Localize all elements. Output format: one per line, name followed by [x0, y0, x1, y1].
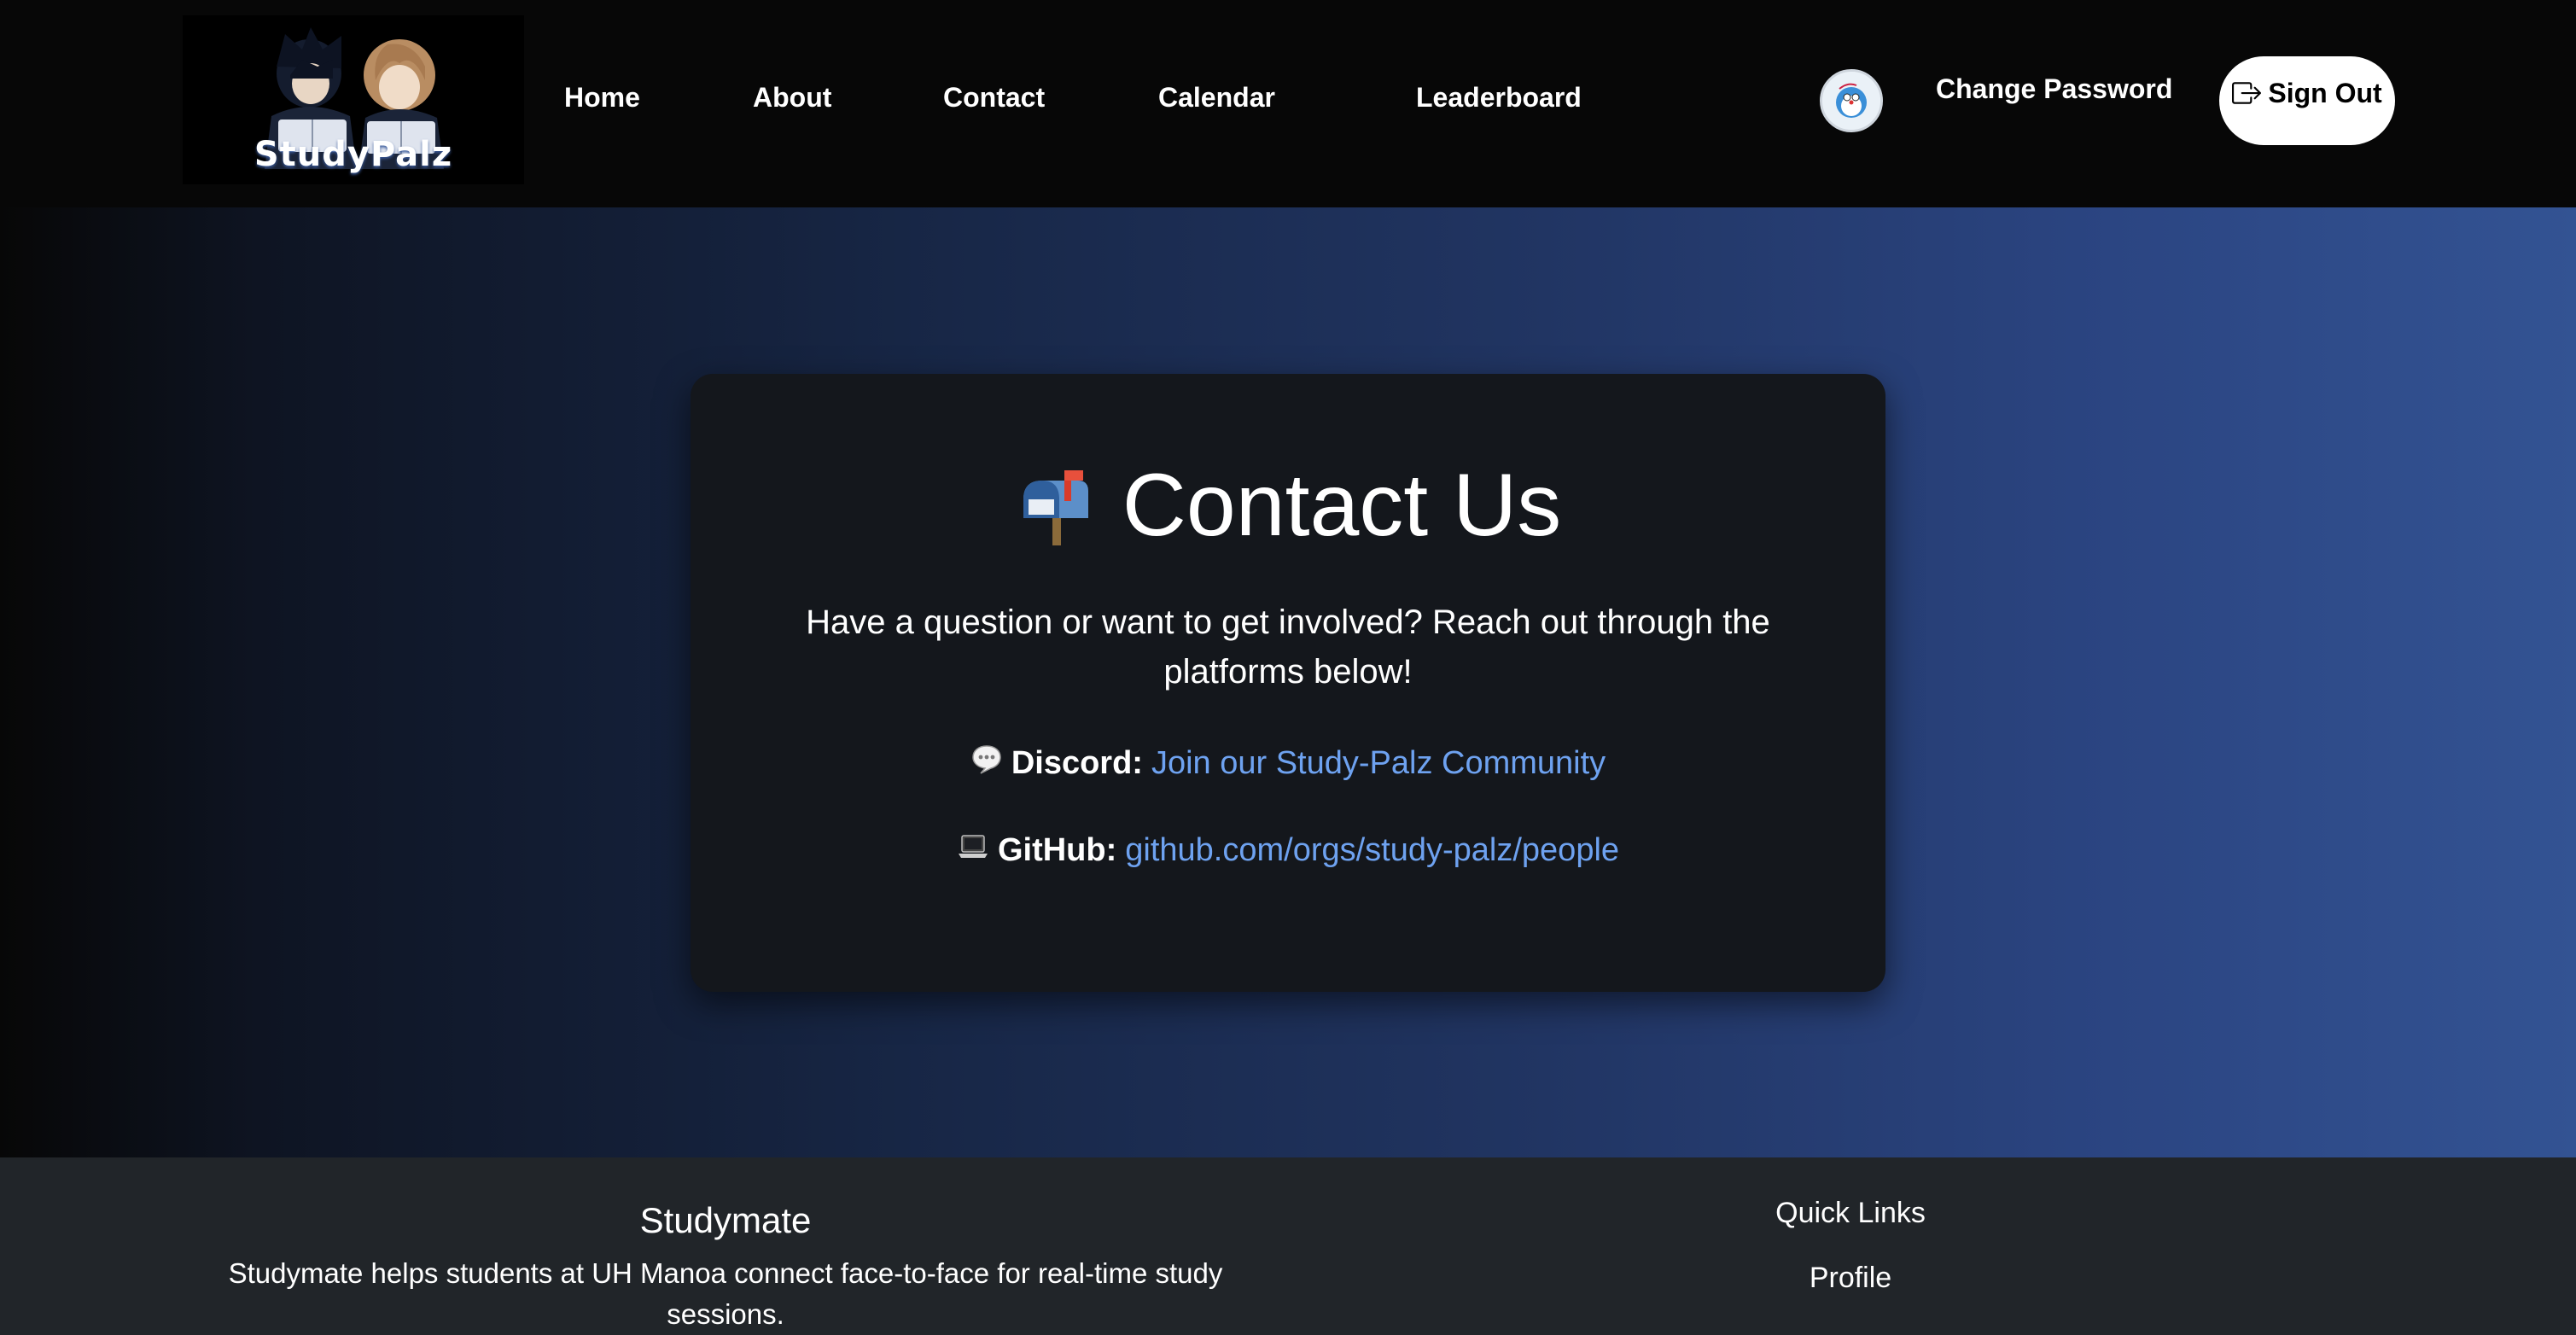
github-link[interactable]: github.com/orgs/study-palz/people: [1125, 832, 1619, 869]
navbar: StudyPalz Home About Contact Calendar Le…: [0, 0, 2576, 207]
studypalz-logo[interactable]: StudyPalz: [183, 15, 524, 184]
github-row: GitHub: github.com/orgs/study-palz/peopl…: [691, 830, 1885, 871]
footer: Studymate Studymate helps students at UH…: [0, 1157, 2576, 1335]
footer-description: Studymate helps students at UH Manoa con…: [228, 1257, 1223, 1330]
nav-home[interactable]: Home: [564, 82, 640, 114]
laptop-icon: [957, 830, 989, 871]
contact-description: Have a question or want to get involved?…: [806, 603, 1770, 691]
discord-link[interactable]: Join our Study-Palz Community: [1151, 745, 1606, 782]
discord-row: Discord: Join our Study-Palz Community: [691, 743, 1885, 784]
quick-link-profile[interactable]: Profile: [1680, 1262, 2021, 1295]
contact-card: Contact Us Have a question or want to ge…: [691, 374, 1885, 992]
page-title-text: Contact Us: [1122, 456, 1562, 555]
footer-brand: Studymate: [639, 1200, 812, 1240]
sign-out-label: Sign Out: [2268, 77, 2382, 108]
nav-calendar[interactable]: Calendar: [1158, 82, 1275, 114]
mailbox-icon: [1015, 465, 1097, 547]
discord-label: Discord:: [1011, 744, 1143, 781]
avatar[interactable]: [1820, 69, 1883, 132]
nav-leaderboard[interactable]: Leaderboard: [1416, 82, 1582, 114]
nav-about[interactable]: About: [753, 82, 831, 114]
change-password-link[interactable]: Change Password: [1936, 73, 2172, 105]
box-arrow-right-icon: [2232, 82, 2262, 104]
sign-out-button[interactable]: Sign Out: [2219, 56, 2395, 145]
speech-balloon-icon: [970, 743, 1003, 784]
nav-contact[interactable]: Contact: [943, 82, 1045, 114]
quick-links-title: Quick Links: [1775, 1197, 1926, 1229]
github-label: GitHub:: [997, 831, 1117, 868]
logo-text: StudyPalz: [254, 135, 453, 174]
hero-section: Contact Us Have a question or want to ge…: [0, 207, 2576, 1157]
page-title: Contact Us: [691, 455, 1885, 557]
avatar-image: [1822, 72, 1880, 130]
